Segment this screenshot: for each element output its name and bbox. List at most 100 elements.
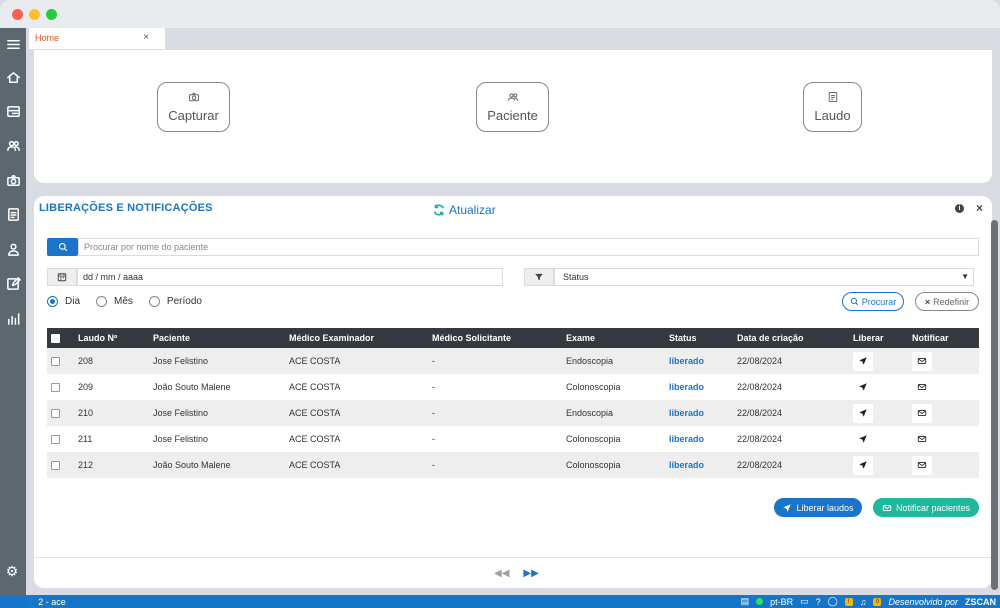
next-page-button[interactable]: ▶▶ [523,568,538,579]
close-window-button[interactable] [12,9,23,20]
capture-button[interactable]: Capturar [157,82,230,132]
capture-label: Capturar [168,108,219,123]
user-label: 2 - ace [38,596,66,607]
radio-period[interactable]: Período [148,295,202,307]
notify-button[interactable] [912,351,932,371]
prev-page-button[interactable]: ◀◀ [494,568,509,579]
users-icon[interactable] [4,136,22,154]
report-button[interactable]: Laudo [803,82,862,132]
release-button[interactable] [853,455,873,475]
col-status: Status [669,333,697,343]
camera-icon[interactable] [4,171,22,189]
cell-examinador: ACE COSTA [289,434,341,444]
chart-icon[interactable] [4,309,22,327]
status-select-value: Status [563,272,589,282]
release-button[interactable] [853,429,873,449]
row-checkbox[interactable] [51,400,60,426]
document-icon[interactable] [4,205,22,223]
bell-icon[interactable]: ♫ [860,597,867,607]
release-button[interactable] [853,377,873,397]
radio-period-label: Período [166,295,202,307]
dashboard-icon[interactable] [4,102,22,120]
panel-close-icon[interactable]: × [976,201,983,215]
cell-examinador: ACE COSTA [289,382,341,392]
search-button[interactable]: Procurar [842,292,904,311]
cell-status: liberado [669,434,705,444]
menu-icon[interactable] [4,35,22,53]
reset-button-label: Redefinir [933,296,970,307]
vertical-scrollbar[interactable] [991,220,998,590]
notify-patients-button[interactable]: Notificar pacientes [873,498,979,517]
releases-panel: LIBERAÇÕES E NOTIFICAÇÕES Atualizar i × … [34,196,992,588]
release-button[interactable] [853,403,873,423]
row-checkbox[interactable] [51,348,60,374]
notify-button[interactable] [912,429,932,449]
row-checkbox[interactable] [51,426,60,452]
doctor-icon[interactable] [4,240,22,258]
row-checkbox[interactable] [51,452,60,478]
notify-button[interactable] [912,455,932,475]
connection-status-icon [756,598,764,605]
settings-gear-icon[interactable]: ⚙ [4,563,20,579]
help-icon[interactable]: ? [816,597,821,607]
minimize-window-button[interactable] [29,9,40,20]
maximize-window-button[interactable] [46,9,57,20]
document-icon[interactable]: ▤ [741,596,750,607]
cell-paciente: João Souto Malene [153,382,231,392]
home-icon[interactable] [4,68,22,86]
tab-close-icon[interactable]: × [143,32,149,43]
mail-icon [917,462,927,468]
row-release-cell [853,400,873,426]
patient-search-input[interactable] [78,238,979,256]
radio-day[interactable]: Dia [47,295,80,307]
radio-month-indicator[interactable] [96,295,108,307]
radio-day-indicator[interactable] [47,295,58,307]
send-icon [859,409,867,417]
col-exame: Exame [566,333,596,343]
patient-button[interactable]: Paciente [476,82,549,132]
chat-icon[interactable]: ◯ [828,596,838,607]
notify-button[interactable] [912,377,932,397]
row-notify-cell [912,400,932,426]
status-filter: Status ▼ [524,268,974,286]
status-select[interactable]: Status ▼ [554,268,974,286]
date-input[interactable]: dd / mm / aaaa [77,268,503,286]
refresh-button[interactable]: Atualizar [432,203,496,217]
copy-icon[interactable]: ▭ [800,596,809,607]
send-icon [783,503,792,512]
cell-data: 22/08/2024 [737,408,783,418]
cell-status: liberado [669,408,705,418]
cell-data: 22/08/2024 [737,434,783,444]
cell-laudo: 211 [78,434,93,444]
filter-icon [524,268,554,286]
info-icon[interactable]: i [955,204,964,213]
radio-period-indicator[interactable] [148,295,160,307]
col-laudo: Laudo Nº [78,333,118,343]
camera-icon [188,92,199,102]
notify-button[interactable] [912,403,932,423]
send-icon [859,435,867,443]
search-button-label: Procurar [861,296,897,307]
cell-data: 22/08/2024 [737,382,783,392]
table-row: 211 Jose Felistino ACE COSTA - Colonoscopia l… [47,426,979,452]
col-examinador: Médico Examinador [289,333,375,343]
language-label[interactable]: pt-BR [770,597,793,607]
select-all-checkbox[interactable] [51,328,60,348]
cell-solicitante: - [432,382,435,392]
row-checkbox[interactable] [51,374,60,400]
row-release-cell [853,452,873,478]
tab-home[interactable]: Home × [29,28,165,49]
cell-solicitante: - [432,460,435,470]
search-icon[interactable] [47,238,78,256]
panel-title: LIBERAÇÕES E NOTIFICAÇÕES [39,202,213,214]
release-reports-button[interactable]: Liberar laudos [774,498,862,517]
cell-laudo: 209 [78,382,94,392]
release-button[interactable] [853,351,873,371]
reset-button[interactable]: × Redefinir [915,292,979,311]
cell-exame: Endoscopia [566,356,614,366]
calendar-icon[interactable] [47,268,77,286]
cell-solicitante: - [432,408,435,418]
radio-month[interactable]: Mês [96,295,133,307]
edit-icon[interactable] [4,274,22,292]
users-icon [507,93,518,101]
